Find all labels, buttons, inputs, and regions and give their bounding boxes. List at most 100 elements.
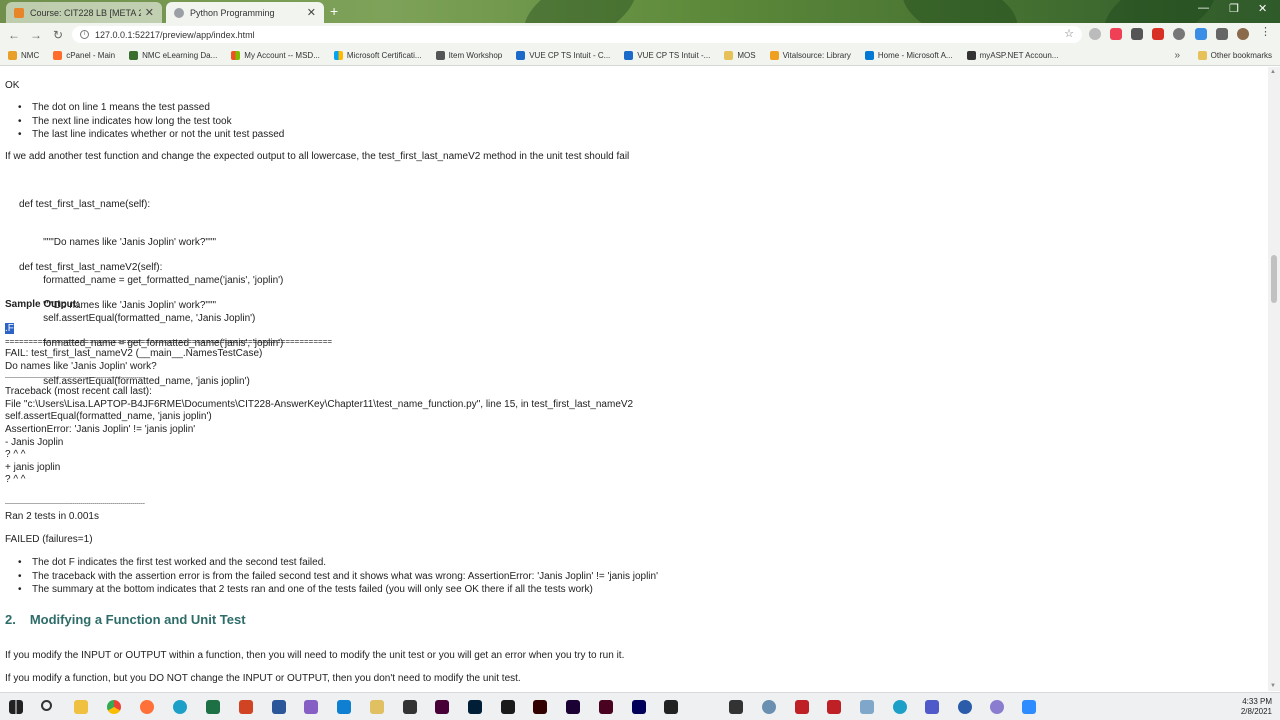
search-icon[interactable]	[41, 700, 52, 711]
scrollbar-thumb[interactable]	[1271, 255, 1277, 303]
output-ran-line: Ran 2 tests in 0.001s	[5, 511, 99, 522]
maximize-icon[interactable]: ❐	[1229, 2, 1239, 15]
workshop-icon	[435, 51, 445, 60]
info-icon[interactable]: i	[80, 30, 89, 39]
bookmark-item[interactable]: cPanel - Main	[53, 51, 115, 60]
teams-icon[interactable]	[925, 700, 939, 714]
terminal-icon[interactable]	[729, 700, 743, 714]
bookmark-item[interactable]: Vitalsource: Library	[769, 51, 851, 60]
bookmark-item[interactable]: NMC eLearning Da...	[129, 51, 217, 60]
puzzle-icon[interactable]	[1216, 28, 1228, 40]
scroll-down-icon[interactable]: ▼	[1270, 683, 1276, 689]
chevron-right-icon[interactable]: »	[1174, 50, 1180, 61]
vue-icon	[516, 51, 526, 60]
visual-studio-icon[interactable]	[304, 700, 318, 714]
extension-icon[interactable]	[1131, 28, 1143, 40]
windows-start-icon[interactable]	[9, 700, 23, 714]
indesign-icon[interactable]	[599, 700, 613, 714]
extension-icon[interactable]	[1173, 28, 1185, 40]
feather-icon[interactable]	[860, 700, 874, 714]
bridge-icon[interactable]	[501, 700, 515, 714]
bookmark-star-icon[interactable]: ☆	[1064, 27, 1074, 40]
selected-text[interactable]: .F	[5, 323, 14, 334]
reload-icon[interactable]: ↻	[47, 28, 69, 42]
animate-icon[interactable]	[566, 700, 580, 714]
traceback-line: ? ^ ^	[5, 474, 26, 485]
bookmark-folder[interactable]: MOS	[724, 51, 756, 60]
code-line: def test_first_last_nameV2(self):	[19, 262, 163, 274]
output-failed-line: FAILED (failures=1)	[5, 534, 93, 545]
edge-icon[interactable]	[173, 700, 187, 714]
word-icon[interactable]	[272, 700, 286, 714]
paragraph-intro: If we add another test function and chan…	[5, 151, 630, 162]
close-icon[interactable]: ✕	[307, 6, 316, 19]
zoom-icon[interactable]	[1022, 700, 1036, 714]
microsoft-icon	[333, 51, 343, 60]
vscode-icon[interactable]	[337, 700, 351, 714]
tab-python-programming[interactable]: Python Programming ✕	[166, 2, 324, 23]
aspnet-icon	[966, 51, 976, 60]
filezilla-icon[interactable]	[827, 700, 841, 714]
windows-taskbar: 4:33 PM 2/8/2021	[0, 692, 1280, 720]
excel-icon[interactable]	[206, 700, 220, 714]
filezilla-icon[interactable]	[795, 700, 809, 714]
address-bar[interactable]: i 127.0.0.1:52217/preview/app/index.html…	[72, 26, 1082, 43]
close-icon[interactable]: ✕	[145, 6, 154, 19]
file-explorer-icon[interactable]	[74, 700, 88, 714]
url-text: 127.0.0.1:52217/preview/app/index.html	[95, 29, 255, 40]
avatar[interactable]	[1237, 28, 1249, 40]
code-line: def test_first_last_name(self):	[19, 199, 151, 211]
bookmark-item[interactable]: VUE CP TS Intuit -...	[624, 51, 710, 60]
moodle-icon	[129, 51, 139, 60]
menu-icon[interactable]: ⋮	[1260, 25, 1272, 38]
illustrator-icon[interactable]	[533, 700, 547, 714]
list-item: The traceback with the assertion error i…	[18, 570, 658, 584]
sublime-icon[interactable]	[403, 700, 417, 714]
bookmark-item[interactable]: myASP.NET Accoun...	[966, 51, 1058, 60]
browser-toolbar: ← → ↻ i 127.0.0.1:52217/preview/app/inde…	[0, 23, 1280, 46]
headset-icon[interactable]	[958, 700, 972, 714]
system-clock[interactable]: 4:33 PM 2/8/2021	[1241, 697, 1272, 717]
forward-icon[interactable]: →	[25, 28, 47, 42]
firefox-icon[interactable]	[140, 700, 154, 714]
new-tab-button[interactable]: +	[330, 3, 338, 19]
bookmark-item[interactable]: Home - Microsoft A...	[864, 51, 953, 60]
back-icon[interactable]: ←	[3, 28, 25, 42]
output-fail-line: FAIL: test_first_last_nameV2 (__main__.N…	[5, 348, 263, 359]
bookmarks-bar: NMC cPanel - Main NMC eLearning Da... My…	[0, 46, 1280, 66]
other-bookmarks[interactable]: Other bookmarks	[1197, 51, 1272, 60]
acrobat-icon[interactable]	[664, 700, 678, 714]
list-item: The next line indicates how long the tes…	[18, 115, 284, 129]
vertical-scrollbar[interactable]: ▲ ▼	[1268, 67, 1280, 691]
azure-icon	[864, 51, 874, 60]
extension-icon[interactable]	[1195, 28, 1207, 40]
traceback-line: self.assertEqual(formatted_name, 'janis …	[5, 411, 212, 422]
pocket-icon[interactable]	[1110, 28, 1122, 40]
list-item: The last line indicates whether or not t…	[18, 128, 284, 142]
acrobat-icon[interactable]	[1152, 28, 1164, 40]
app-icon[interactable]	[370, 700, 384, 714]
chrome-icon[interactable]	[107, 700, 121, 714]
paragraph-modify-1: If you modify the INPUT or OUTPUT within…	[5, 650, 625, 661]
snipping-icon[interactable]	[762, 700, 776, 714]
bookmark-item[interactable]: NMC	[8, 51, 39, 60]
minimize-icon[interactable]: —	[1198, 2, 1209, 14]
scroll-up-icon[interactable]: ▲	[1270, 69, 1276, 75]
after-effects-icon[interactable]	[632, 700, 646, 714]
bookmark-item[interactable]: My Account -- MSD...	[231, 51, 320, 60]
photoshop-icon[interactable]	[468, 700, 482, 714]
list-item: The dot on line 1 means the test passed	[18, 101, 284, 115]
extension-icon[interactable]	[1089, 28, 1101, 40]
close-window-icon[interactable]: ✕	[1258, 2, 1267, 15]
app-icon[interactable]	[990, 700, 1004, 714]
powerpoint-icon[interactable]	[239, 700, 253, 714]
bookmark-item[interactable]: Microsoft Certificati...	[333, 51, 422, 60]
bookmark-item[interactable]: VUE CP TS Intuit - C...	[516, 51, 610, 60]
output-single-rule: ----------------------------------------…	[5, 375, 145, 381]
bookmark-item[interactable]: Item Workshop	[435, 51, 502, 60]
traceback-line: ? ^ ^	[5, 449, 26, 460]
tab-course[interactable]: Course: CIT228 LB [META 2102] ✕	[6, 2, 162, 23]
dreamweaver-icon[interactable]	[435, 700, 449, 714]
edge-icon[interactable]	[893, 700, 907, 714]
bullet-list-results: The dot on line 1 means the test passed …	[18, 101, 284, 142]
